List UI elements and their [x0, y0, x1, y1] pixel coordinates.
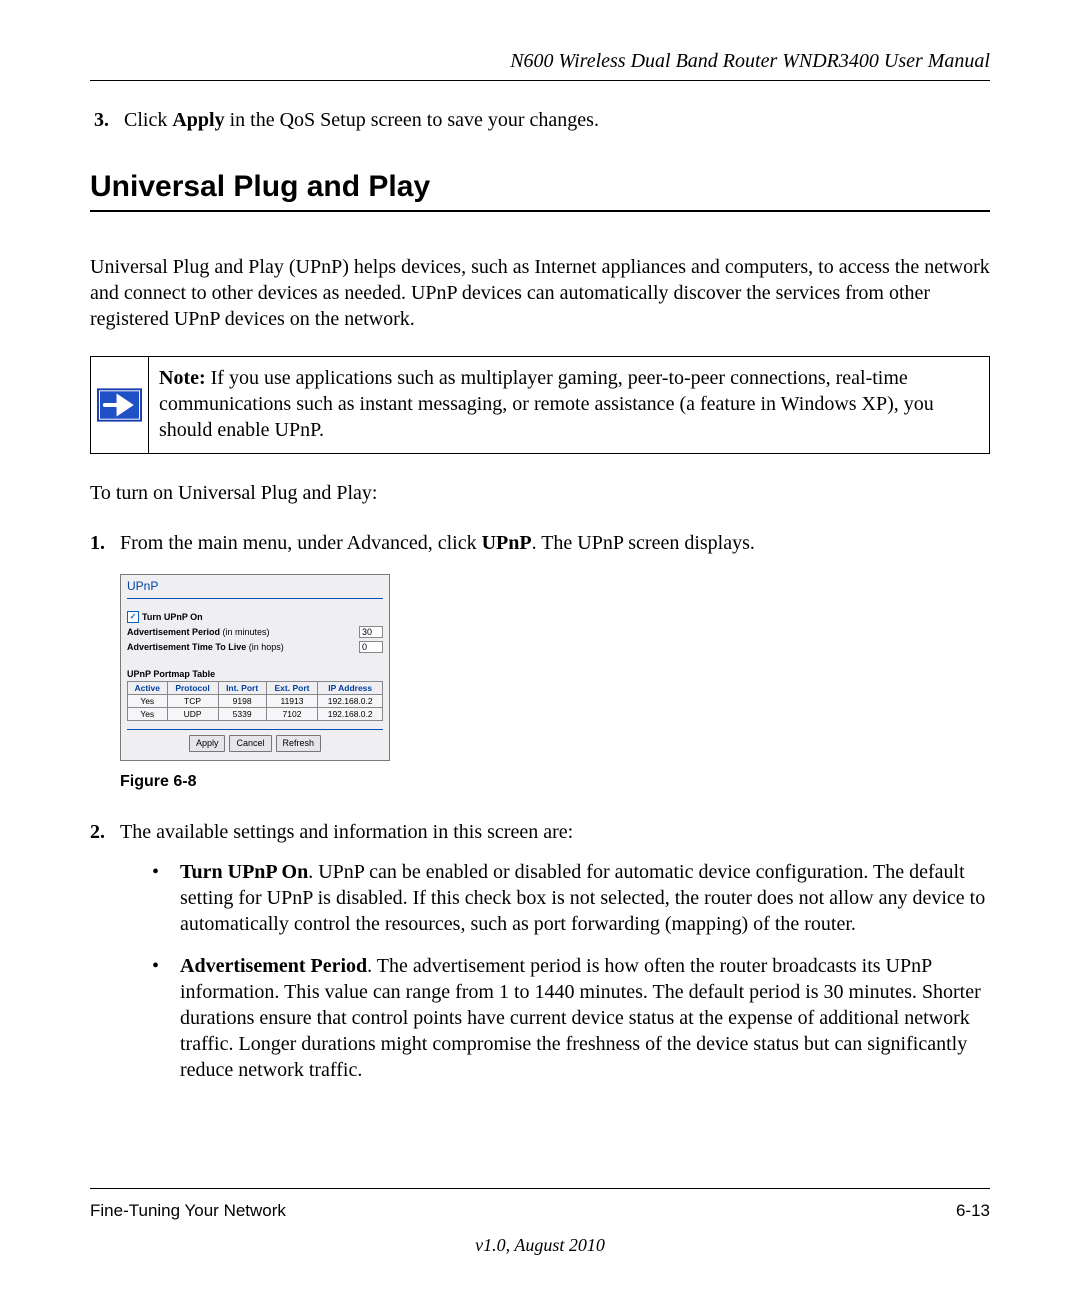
doc-title: N600 Wireless Dual Band Router WNDR3400 …	[90, 50, 990, 73]
header-rule	[90, 80, 990, 81]
step-1-prefix: From the main menu, under Advanced, clic…	[120, 532, 482, 554]
ss-title: UPnP	[127, 579, 383, 599]
refresh-button[interactable]: Refresh	[276, 735, 322, 752]
table-row: Yes UDP 5339 7102 192.168.0.2	[128, 708, 383, 721]
cancel-button[interactable]: Cancel	[229, 735, 271, 752]
step-1-number: 1.	[90, 530, 120, 556]
turn-on-line: To turn on Universal Plug and Play:	[90, 480, 990, 506]
note-text: Note: If you use applications such as mu…	[149, 357, 989, 453]
step-3-suffix: in the QoS Setup screen to save your cha…	[225, 109, 599, 131]
note-body: If you use applications such as multipla…	[159, 367, 934, 441]
bullet-icon: •	[152, 859, 180, 937]
step-1-suffix: . The UPnP screen displays.	[532, 532, 755, 554]
arrow-icon	[97, 388, 142, 422]
note-box: Note: If you use applications such as mu…	[90, 356, 990, 454]
th-extport: Ext. Port	[266, 682, 318, 695]
th-ip: IP Address	[318, 682, 383, 695]
th-intport: Int. Port	[218, 682, 266, 695]
step-1-bold: UPnP	[482, 532, 532, 554]
footer-rule	[90, 1188, 990, 1189]
adv-period-input[interactable]	[359, 626, 383, 638]
note-label: Note:	[159, 367, 206, 389]
step-2-text: The available settings and information i…	[120, 821, 573, 843]
bullet-1-bold: Turn UPnP On	[180, 861, 308, 883]
portmap-table: Active Protocol Int. Port Ext. Port IP A…	[127, 681, 383, 721]
upnp-screenshot: UPnP ✓ Turn UPnP On Advertisement Period…	[120, 574, 390, 761]
turn-upnp-on-checkbox[interactable]: ✓	[127, 611, 139, 623]
turn-upnp-on-label: Turn UPnP On	[142, 612, 203, 622]
footer-version: v1.0, August 2010	[90, 1235, 990, 1256]
list-item: • Advertisement Period. The advertisemen…	[152, 953, 990, 1083]
footer-right: 6-13	[956, 1201, 990, 1221]
step-3-bold: Apply	[172, 109, 224, 131]
list-item: • Turn UPnP On. UPnP can be enabled or d…	[152, 859, 990, 937]
step-2-number: 2.	[90, 819, 120, 1099]
step-3: 3. Click Apply in the QoS Setup screen t…	[94, 109, 990, 132]
adv-period-units: (in minutes)	[220, 627, 270, 637]
intro-paragraph: Universal Plug and Play (UPnP) helps dev…	[90, 254, 990, 332]
bullet-icon: •	[152, 953, 180, 1083]
table-row: Yes TCP 9198 11913 192.168.0.2	[128, 695, 383, 708]
portmap-table-title: UPnP Portmap Table	[127, 669, 383, 679]
step-1: 1. From the main menu, under Advanced, c…	[90, 530, 990, 556]
step-2: 2. The available settings and informatio…	[90, 819, 990, 1099]
step-3-prefix: Click	[124, 109, 172, 131]
section-heading-upnp: Universal Plug and Play	[90, 170, 990, 204]
figure-label: Figure 6-8	[120, 773, 990, 791]
ttl-label: Advertisement Time To Live	[127, 642, 246, 652]
ttl-units: (in hops)	[246, 642, 284, 652]
note-icon-cell	[91, 357, 149, 453]
th-protocol: Protocol	[167, 682, 218, 695]
bullet-2-bold: Advertisement Period	[180, 955, 367, 977]
th-active: Active	[128, 682, 168, 695]
apply-button[interactable]: Apply	[189, 735, 226, 752]
ttl-input[interactable]	[359, 641, 383, 653]
footer-left: Fine-Tuning Your Network	[90, 1201, 286, 1221]
adv-period-label: Advertisement Period	[127, 627, 220, 637]
step-3-number: 3.	[94, 109, 109, 131]
section-rule	[90, 210, 990, 212]
